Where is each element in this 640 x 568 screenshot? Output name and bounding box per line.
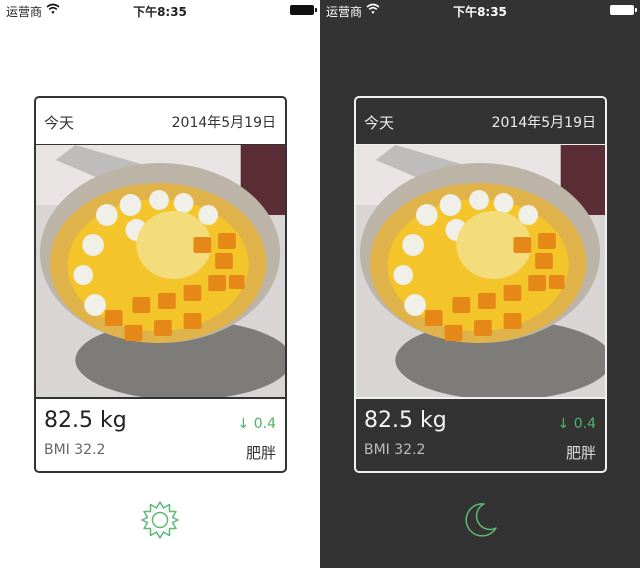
weight-change: ↓ 0.4	[557, 416, 596, 432]
sun-icon[interactable]	[140, 500, 180, 540]
meal-photo	[356, 145, 605, 397]
bmi-category: 肥胖	[565, 444, 596, 462]
dark-theme-screen: 运营商 下午8:35 今天 2014年5月19日 82.5 kg ↓ 0.4 B…	[320, 0, 640, 568]
bmi-value: BMI 32.2	[364, 442, 426, 458]
moon-icon[interactable]	[460, 500, 500, 540]
battery-icon	[610, 5, 637, 15]
day-label: 今天	[44, 114, 75, 132]
card-footer: 82.5 kg ↓ 0.4 BMI 32.2 肥胖	[356, 397, 605, 471]
day-label: 今天	[364, 114, 395, 132]
light-theme-screen: 运营商 下午8:35 今天 2014年5月19日 82.5 kg ↓ 0.4 B…	[0, 0, 320, 568]
status-time: 下午8:35	[133, 5, 187, 19]
status-bar: 运营商 下午8:35	[320, 0, 640, 20]
weight-change: ↓ 0.4	[237, 416, 276, 432]
card-header: 今天 2014年5月19日	[356, 98, 605, 144]
date-label: 2014年5月19日	[491, 115, 596, 131]
weight-value: 82.5 kg	[44, 408, 127, 433]
card-footer: 82.5 kg ↓ 0.4 BMI 32.2 肥胖	[36, 397, 285, 471]
card-header: 今天 2014年5月19日	[36, 98, 285, 144]
date-label: 2014年5月19日	[171, 115, 276, 131]
weight-entry-card[interactable]: 今天 2014年5月19日 82.5 kg ↓ 0.4 BMI 32.2 肥胖	[34, 96, 287, 473]
status-time: 下午8:35	[453, 5, 507, 19]
weight-value: 82.5 kg	[364, 408, 447, 433]
bmi-value: BMI 32.2	[44, 442, 106, 458]
status-bar: 运营商 下午8:35	[0, 0, 320, 20]
battery-icon	[290, 5, 317, 15]
weight-entry-card[interactable]: 今天 2014年5月19日 82.5 kg ↓ 0.4 BMI 32.2 肥胖	[354, 96, 607, 473]
meal-photo	[36, 145, 285, 397]
bmi-category: 肥胖	[245, 444, 276, 462]
